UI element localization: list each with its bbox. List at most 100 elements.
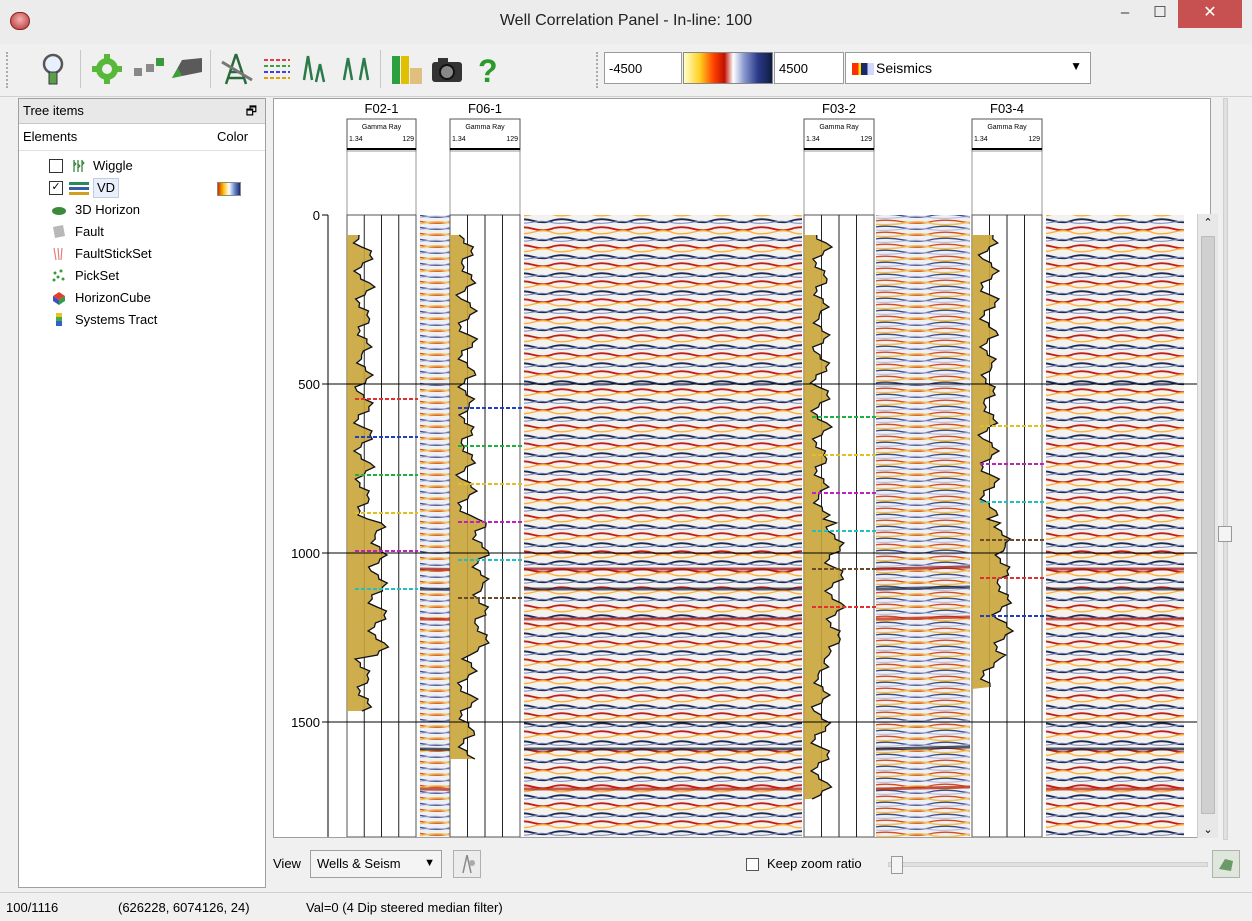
well-name[interactable]: F03-4 (990, 101, 1024, 116)
wellfault-icon[interactable] (218, 50, 256, 88)
vd-icon (69, 180, 89, 196)
tree-item-horizoncube[interactable]: HorizonCube (19, 287, 265, 309)
tree-item-3d-horizon[interactable]: 3D Horizon (19, 199, 265, 221)
seismic-sections (419, 215, 1184, 837)
magnifier-icon[interactable] (36, 50, 74, 88)
slider-knob[interactable] (891, 856, 903, 874)
chevron-down-icon: ▼ (1070, 59, 1082, 73)
slider-knob[interactable] (1218, 526, 1232, 542)
max-value-input[interactable]: 4500 (774, 52, 844, 84)
maximize-button[interactable]: ☐ (1144, 0, 1176, 28)
view-select-value: Wells & Seism (317, 856, 401, 871)
correlation-canvas[interactable]: F02-1 Gamma Ray 1.34 129 F06-1 Gamma Ray 1.34 1… (274, 99, 1210, 837)
tree-panel: Tree items 🗗 Elements Color Wiggle ✓ VD … (18, 98, 266, 888)
tree-item-pickset[interactable]: PickSet (19, 265, 265, 287)
tree-columns: Elements Color (19, 124, 265, 151)
tree-item-label: Wiggle (93, 158, 133, 173)
seismic-band (1046, 215, 1184, 837)
surface-icon[interactable] (168, 50, 206, 88)
faultstickset-icon (51, 246, 67, 262)
toolbar-separator (380, 50, 381, 88)
wiggle-icon (71, 158, 87, 174)
systems-tract-icon (51, 312, 67, 328)
log-max: 129 (402, 136, 414, 143)
time-tick-label: 1500 (291, 715, 320, 730)
tree-item-faultstickset[interactable]: FaultStickSet (19, 243, 265, 265)
horizoncube-icon (51, 290, 67, 306)
seismic-band (876, 215, 970, 837)
reflector-line (875, 785, 971, 791)
header-box (803, 150, 875, 216)
well-name[interactable]: F02-1 (365, 101, 399, 116)
well-b-icon[interactable] (338, 50, 376, 88)
bars-icon[interactable] (388, 50, 426, 88)
minimize-button[interactable]: – (1110, 0, 1140, 28)
view-label: View (273, 856, 301, 871)
well-picker-button[interactable] (453, 850, 481, 878)
time-tick-label: 500 (298, 377, 320, 392)
fit-view-button[interactable] (1212, 850, 1240, 878)
colorbar[interactable] (683, 52, 773, 84)
vd-color-swatch[interactable] (217, 182, 241, 196)
well-name[interactable]: F06-1 (468, 101, 502, 116)
scroll-down-icon[interactable]: ⌄ (1198, 823, 1218, 836)
status-coordinates: (626228, 6074126, 24) (118, 900, 250, 915)
log-name: Gamma Ray (987, 124, 1027, 131)
toolbar-grip[interactable] (6, 52, 12, 88)
status-position: 100/1116 (6, 900, 59, 915)
tree-item-label: HorizonCube (75, 290, 151, 305)
reflector-line (875, 565, 971, 571)
bottom-bar: View Wells & Seism ▼ Keep zoom ratio (273, 842, 1243, 882)
log-name: Gamma Ray (465, 124, 505, 131)
tree-item-vd[interactable]: ✓ VD (19, 177, 265, 199)
colortable-select[interactable]: Seismics ▼ (845, 52, 1091, 84)
well-name[interactable]: F03-2 (822, 101, 856, 116)
vd-checkbox[interactable]: ✓ (49, 181, 63, 195)
markers-icon[interactable] (258, 50, 296, 88)
close-button[interactable]: ✕ (1178, 0, 1242, 28)
camera-icon[interactable] (428, 50, 466, 88)
gear-icon[interactable] (88, 50, 126, 88)
colortable-swatch-icon (852, 63, 874, 75)
log-name: Gamma Ray (819, 124, 859, 131)
horizontal-zoom-slider[interactable] (888, 852, 1208, 876)
slider-track (888, 862, 1208, 867)
slider-track (1223, 98, 1228, 840)
fault-icon (51, 224, 67, 240)
tree-item-label: PickSet (75, 268, 120, 283)
min-value-input[interactable]: -4500 (604, 52, 682, 84)
header-box (971, 150, 1043, 216)
tree-item-systems-tract[interactable]: Systems Tract (19, 309, 265, 331)
tree-header: Tree items 🗗 (19, 99, 265, 124)
correlation-view[interactable]: F02-1 Gamma Ray 1.34 129 F06-1 Gamma Ray 1.34 1… (273, 98, 1211, 838)
header-box (346, 150, 417, 216)
vertical-zoom-slider[interactable] (1218, 98, 1232, 840)
status-bar: 100/1116 (626228, 6074126, 24) Val=0 (4 … (0, 892, 1252, 921)
tree-item-fault[interactable]: Fault (19, 221, 265, 243)
tree-item-label: Fault (75, 224, 104, 239)
title-bar: Well Correlation Panel - In-line: 100 – … (0, 0, 1252, 45)
tree-item-label: FaultStickSet (75, 246, 152, 261)
time-tick-label: 0 (313, 208, 320, 223)
col-color: Color (217, 129, 249, 144)
scroll-up-icon[interactable]: ⌃ (1198, 216, 1218, 229)
time-axis: 0 500 1000 1500 (291, 208, 329, 837)
undock-icon[interactable]: 🗗 (246, 99, 257, 123)
tree-header-title: Tree items (23, 103, 84, 118)
toolbar-grip[interactable] (596, 52, 602, 88)
tree-item-wiggle[interactable]: Wiggle (19, 155, 265, 177)
help-icon[interactable]: ? (468, 50, 506, 89)
wiggle-checkbox[interactable] (49, 159, 63, 173)
view-select[interactable]: Wells & Seism ▼ (310, 850, 442, 878)
vertical-scrollbar[interactable]: ⌃ ⌄ (1197, 214, 1218, 838)
scroll-thumb[interactable] (1201, 236, 1215, 814)
tree-item-label: 3D Horizon (75, 202, 141, 217)
keep-zoom-checkbox[interactable] (746, 858, 759, 871)
header-box (449, 150, 521, 216)
log-min: 1.34 (452, 136, 466, 143)
well-a-icon[interactable] (298, 50, 336, 88)
status-value: Val=0 (4 Dip steered median filter) (306, 900, 503, 915)
log-min: 1.34 (806, 136, 820, 143)
horizon-icon (51, 202, 67, 218)
objects-icon[interactable] (128, 50, 166, 88)
